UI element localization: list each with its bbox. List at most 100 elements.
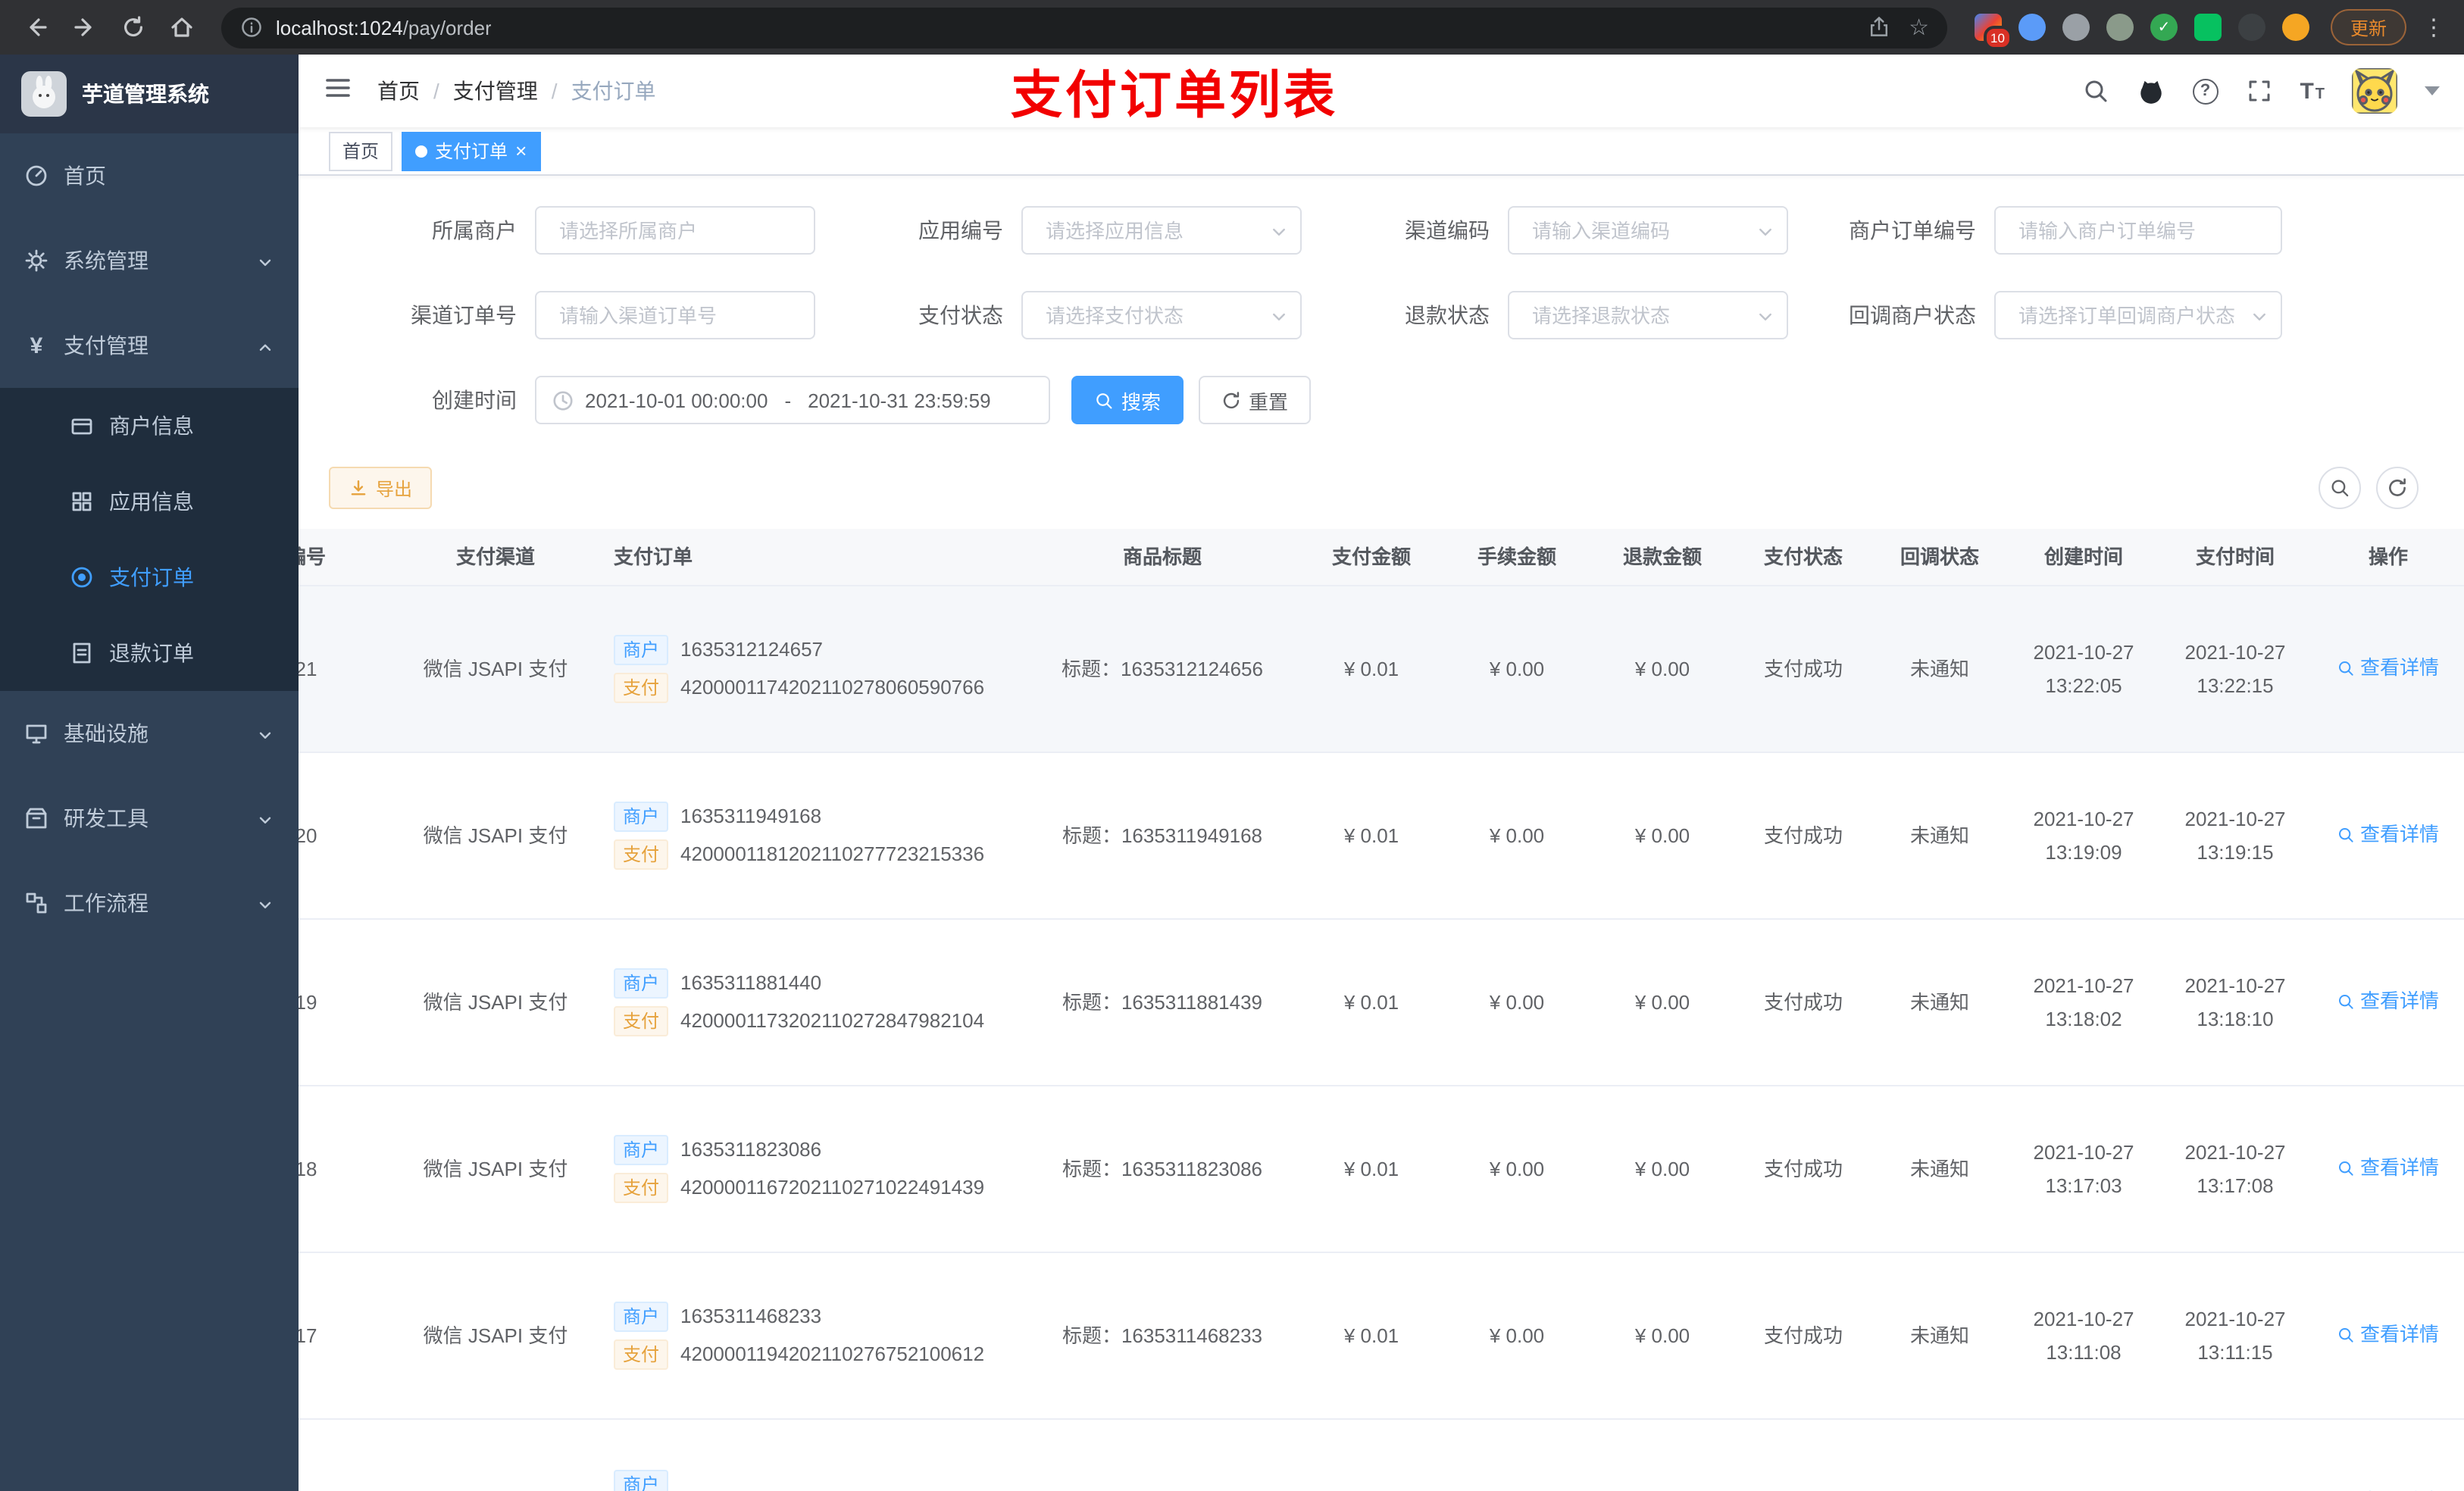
cell-notify-status: 未通知 xyxy=(1909,1157,1969,1180)
dashboard-icon xyxy=(24,164,48,188)
cell-refund: ¥ 0.00 xyxy=(1634,1324,1690,1347)
fullscreen-icon[interactable] xyxy=(2245,77,2272,105)
cell-pay-time: 2021-10-27 13:17:08 xyxy=(2184,1140,2286,1197)
pay-status-select[interactable] xyxy=(1021,291,1302,340)
extension-icon-1[interactable]: 10 xyxy=(1974,14,2012,50)
chrome-update-button[interactable]: 更新 xyxy=(2330,9,2406,45)
col-refund: 退款金额 xyxy=(1622,545,1702,568)
app-logo[interactable]: 芋道管理系统 xyxy=(0,55,299,133)
profile-avatar-icon[interactable] xyxy=(2281,14,2309,41)
document-icon xyxy=(70,641,94,665)
channel-code-input[interactable] xyxy=(1508,206,1788,255)
col-pay-status: 支付状态 xyxy=(1763,545,1843,568)
notify-status-select[interactable] xyxy=(1994,291,2282,340)
sidebar-item-system[interactable]: 系统管理 xyxy=(0,218,299,303)
view-details-link[interactable]: 查看详情 xyxy=(2337,1151,2439,1184)
search-button-label: 搜索 xyxy=(1121,390,1162,414)
sidebar-item-dev-tools[interactable]: 研发工具 xyxy=(0,776,299,861)
refresh-table-button[interactable] xyxy=(2376,467,2419,510)
date-range-picker[interactable]: 2021-10-01 00:00:00 - 2021-10-31 23:59:5… xyxy=(535,376,1050,425)
view-details-link[interactable]: 查看详情 xyxy=(2337,817,2439,851)
close-icon[interactable]: × xyxy=(515,142,527,161)
menu-label: 系统管理 xyxy=(64,248,149,273)
tab-label: 首页 xyxy=(342,141,380,163)
channel-order-no-input[interactable] xyxy=(535,291,815,340)
sidebar-item-workflow[interactable]: 工作流程 xyxy=(0,861,299,946)
view-details-link[interactable]: 查看详情 xyxy=(2337,984,2439,1017)
extension-icon-4[interactable] xyxy=(2106,14,2134,41)
navbar-actions: ? TT xyxy=(2081,68,2440,114)
field-label: 渠道编码 xyxy=(1405,218,1490,243)
extensions-pin-icon[interactable] xyxy=(2237,14,2265,41)
reset-button[interactable]: 重置 xyxy=(1199,376,1312,425)
extension-icon-6[interactable] xyxy=(2194,14,2222,41)
cell-title: 标题：1635311468233 xyxy=(1062,1324,1263,1347)
sidebar-item-payment[interactable]: ¥ 支付管理 xyxy=(0,303,299,388)
download-icon xyxy=(351,480,366,495)
search-icon[interactable] xyxy=(2081,77,2109,105)
cell-pay-status: 支付成功 xyxy=(1763,990,1843,1014)
breadcrumb-home[interactable]: 首页 xyxy=(377,76,420,106)
browser-reload-button[interactable] xyxy=(112,6,155,48)
view-details-label: 查看详情 xyxy=(2359,989,2439,1012)
cell-order: 商户 1635311468233 支付 42000011942021102767… xyxy=(602,1296,1026,1376)
table-row[interactable]: 21 微信 JSAPI 支付 商户 1635312124657 支付 xyxy=(299,586,2464,754)
cell-order: 商户 支付 xyxy=(602,1465,1026,1491)
extension-icon-2[interactable] xyxy=(2018,14,2046,41)
arrow-right-icon xyxy=(74,18,92,36)
tab-home[interactable]: 首页 xyxy=(329,131,393,171)
sidebar-toggle-button[interactable] xyxy=(323,72,353,110)
share-icon[interactable] xyxy=(1866,15,1890,39)
view-details-link[interactable]: 查看详情 xyxy=(2337,651,2439,684)
help-icon[interactable]: ? xyxy=(2192,78,2219,105)
cell-title: 标题：1635311823086 xyxy=(1062,1157,1263,1180)
browser-forward-button[interactable] xyxy=(64,6,106,48)
cell-title: 标题：1635312124656 xyxy=(1062,657,1263,680)
home-icon xyxy=(171,17,192,37)
extension-icon-5[interactable]: ✓ xyxy=(2150,14,2178,41)
extension-icon-3[interactable] xyxy=(2062,14,2090,41)
sidebar-item-refund-order[interactable]: 退款订单 xyxy=(0,615,299,691)
app-select[interactable] xyxy=(1021,206,1302,255)
sidebar-item-app-info[interactable]: 应用信息 xyxy=(0,464,299,539)
sidebar-item-infrastructure[interactable]: 基础设施 xyxy=(0,691,299,776)
cell-pay-status: 支付成功 xyxy=(1763,657,1843,680)
github-icon[interactable] xyxy=(2136,77,2165,105)
tab-pay-order[interactable]: 支付订单 × xyxy=(402,131,541,171)
table-row[interactable]: 17 微信 JSAPI 支付 商户 1635311468233 支付 xyxy=(299,1253,2464,1421)
sidebar-item-pay-order[interactable]: 支付订单 xyxy=(0,539,299,615)
refresh-icon xyxy=(1223,391,1240,408)
table-row[interactable]: 商户 支付 xyxy=(299,1420,2464,1491)
sidebar-item-home[interactable]: 首页 xyxy=(0,133,299,218)
user-avatar[interactable] xyxy=(2352,68,2397,114)
view-details-link[interactable]: 查看详情 xyxy=(2337,1318,2439,1351)
cell-create-time: 2021-10-27 13:11:08 xyxy=(2033,1307,2134,1364)
refund-status-select[interactable] xyxy=(1508,291,1788,340)
merchant-order-no-input[interactable] xyxy=(1994,206,2282,255)
cell-refund: ¥ 0.00 xyxy=(1634,1157,1690,1180)
browser-menu-icon[interactable]: ⋮ xyxy=(2419,14,2449,41)
table-row[interactable]: 20 微信 JSAPI 支付 商户 1635311949168 支付 xyxy=(299,753,2464,921)
export-button[interactable]: 导出 xyxy=(329,467,433,510)
merchant-tag: 商户 xyxy=(614,802,669,833)
search-button[interactable]: 搜索 xyxy=(1071,376,1184,425)
menu-label: 应用信息 xyxy=(109,489,194,514)
pay-order-no: 4200001194202110276752100612 xyxy=(680,1343,985,1366)
font-size-icon[interactable]: TT xyxy=(2300,80,2325,102)
table-row[interactable]: 18 微信 JSAPI 支付 商户 1635311823086 支付 xyxy=(299,1086,2464,1254)
browser-back-button[interactable] xyxy=(15,6,58,48)
merchant-tag: 商户 xyxy=(614,1470,669,1491)
cell-pay-time: 2021-10-27 13:11:15 xyxy=(2184,1307,2286,1364)
address-bar[interactable]: localhost:1024/pay/order ☆ xyxy=(221,7,1947,48)
sidebar-item-merchant-info[interactable]: 商户信息 xyxy=(0,388,299,464)
view-details-link[interactable]: 查看详情 xyxy=(2337,1484,2439,1491)
table-header-row: 编号 支付渠道 支付订单 商品标题 支付金额 手续金额 退款金额 支付状态 回调… xyxy=(299,529,2464,587)
browser-home-button[interactable] xyxy=(161,6,203,48)
bookmark-star-icon[interactable]: ☆ xyxy=(1909,16,1929,39)
avatar-caret-icon[interactable] xyxy=(2425,86,2440,96)
table-row[interactable]: 19 微信 JSAPI 支付 商户 1635311881440 支付 xyxy=(299,920,2464,1087)
search-toggle-button[interactable] xyxy=(2319,467,2361,510)
merchant-select[interactable] xyxy=(535,206,815,255)
search-icon xyxy=(2339,827,2354,842)
clock-icon xyxy=(553,390,573,410)
